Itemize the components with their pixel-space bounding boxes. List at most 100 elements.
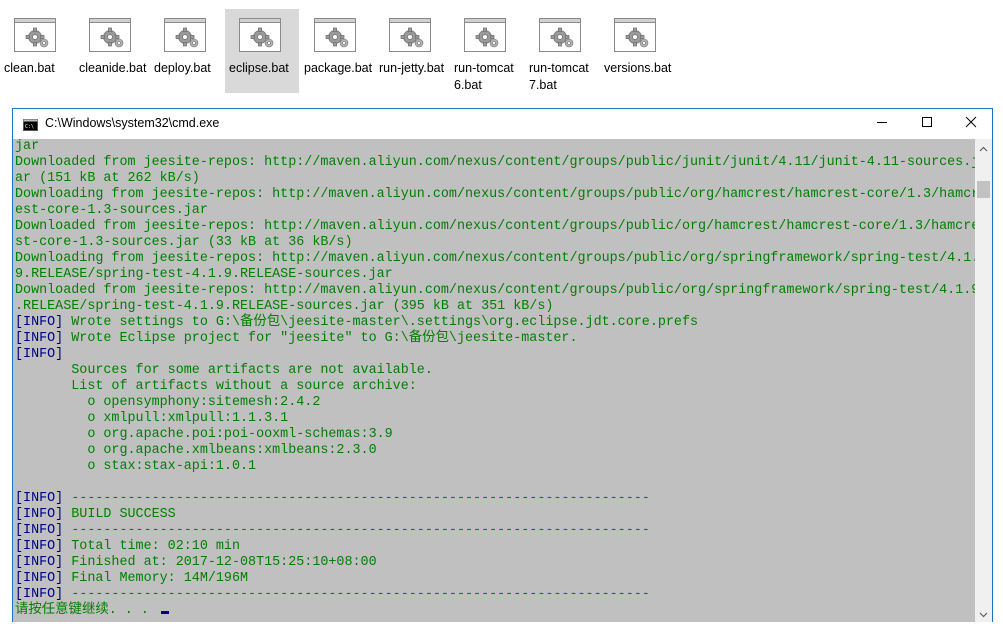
window-title: C:\Windows\system32\cmd.exe [45,116,220,130]
console-text: Total time: 02:10 min [63,539,241,554]
console-line: Sources for some artifacts are not avail… [15,363,975,379]
log-level-label: [INFO] [15,539,64,554]
file-item[interactable]: versions.bat [600,9,674,93]
console-text: o xmlpull:xmlpull:1.1.3.1 [15,411,289,426]
console-line: 9.RELEASE/spring-test-4.1.9.RELEASE-sour… [15,267,975,283]
file-name: clean.bat [4,61,55,75]
text-cursor [160,611,169,614]
console-line: st-core-1.3-sources.jar (33 kB at 36 kB/… [15,235,975,251]
console-text: st-core-1.3-sources.jar (33 kB at 36 kB/… [15,235,353,250]
console-line: .RELEASE/spring-test-4.1.9.RELEASE-sourc… [15,299,975,315]
console-text: est-core-1.3-sources.jar [15,203,208,218]
file-name: package.bat [304,61,373,75]
close-button[interactable] [948,109,993,139]
batch-file-icon [164,18,206,52]
file-name: cleanide.bat [79,61,147,75]
file-name: deploy.bat [154,61,211,75]
console-text: ----------------------------------------… [63,523,650,538]
scroll-down-button[interactable] [975,605,992,622]
console-line: [INFO] Wrote settings to G:\备份包\jeesite-… [15,315,975,331]
console-text: o org.apache.xmlbeans:xmlbeans:2.3.0 [15,443,377,458]
console-text: ----------------------------------------… [63,491,650,506]
close-icon [965,115,977,133]
console-line: [INFO] Wrote Eclipse project for "jeesit… [15,331,975,347]
console-line: 请按任意键继续. . . [15,603,975,619]
console-text: BUILD SUCCESS [63,507,176,522]
scroll-up-button[interactable] [975,139,992,156]
batch-file-icon [614,18,656,52]
minimize-button[interactable] [859,109,904,139]
console-line: Downloaded from jeesite-repos: http://ma… [15,283,975,299]
console-line: ar (151 kB at 262 kB/s) [15,171,975,187]
console-line: [INFO] [15,347,975,363]
file-item[interactable]: deploy.bat [150,9,224,93]
file-item[interactable]: run-jetty.bat [375,9,449,93]
cmd-window: C:\ C:\Windows\system32\cmd.exe jar Downl… [12,108,993,622]
console-line: Downloading from jeesite-repos: http://m… [15,187,975,203]
console-line: List of artifacts without a source archi… [15,379,975,395]
console-line: o stax:stax-api:1.0.1 [15,459,975,475]
file-item[interactable]: package.bat [300,9,374,93]
console-line: est-core-1.3-sources.jar [15,203,975,219]
console-line: [INFO] ---------------------------------… [15,523,975,539]
console-text: 9.RELEASE/spring-test-4.1.9.RELEASE-sour… [15,267,393,282]
batch-file-icon [239,18,281,52]
file-item[interactable]: clean.bat [0,9,74,93]
file-item[interactable]: run-tomcat6.bat [450,9,524,93]
file-name: run-tomcat7.bat [529,61,589,92]
console-text: Sources for some artifacts are not avail… [15,363,433,378]
console-line: Downloaded from jeesite-repos: http://ma… [15,219,975,235]
cmd-icon: C:\ [23,118,38,131]
console-text: o opensymphony:sitemesh:2.4.2 [15,395,321,410]
console-text: jar [15,139,40,154]
console-line: [INFO] ---------------------------------… [15,587,975,603]
console-line: [INFO] Final Memory: 14M/196M [15,571,975,587]
maximize-icon [921,115,933,133]
file-icon-strip: clean.bat cleanide.bat deploy.bat eclipse.b… [0,0,1003,100]
console-text: Final Memory: 14M/196M [63,571,249,586]
minimize-icon [876,115,888,133]
console-line: o xmlpull:xmlpull:1.1.3.1 [15,411,975,427]
log-level-label: [INFO] [15,491,64,506]
log-level-label: [INFO] [15,555,64,570]
console-line: o org.apache.xmlbeans:xmlbeans:2.3.0 [15,443,975,459]
console-line: [INFO] BUILD SUCCESS [15,507,975,523]
file-item[interactable]: run-tomcat7.bat [525,9,599,93]
console-line: o opensymphony:sitemesh:2.4.2 [15,395,975,411]
console-text: o stax:stax-api:1.0.1 [15,459,257,474]
file-name: versions.bat [604,61,672,75]
console-text: Downloading from jeesite-repos: http://m… [15,251,975,266]
console-text: ----------------------------------------… [63,587,650,602]
log-level-label: [INFO] [15,571,64,586]
console-text: Downloaded from jeesite-repos: http://ma… [15,155,975,170]
scroll-up-icon [979,139,988,157]
file-name: eclipse.bat [229,61,289,75]
file-item[interactable]: cleanide.bat [75,9,149,93]
file-name: run-jetty.bat [379,61,445,75]
log-level-label: [INFO] [15,507,64,522]
console-text: Wrote settings to G:\备份包\jeesite-master\… [63,315,699,330]
console-line: o org.apache.poi:poi-ooxml-schemas:3.9 [15,427,975,443]
console-line: [INFO] Finished at: 2017-12-08T15:25:10+… [15,555,975,571]
file-item[interactable]: eclipse.bat [225,9,299,93]
vertical-scrollbar[interactable] [975,139,992,622]
console-text: Downloading from jeesite-repos: http://m… [15,187,975,202]
console-text: 请按任意键继续. . . [15,603,157,618]
scroll-thumb[interactable] [977,181,990,198]
console-text: List of artifacts without a source archi… [15,379,417,394]
log-level-label: [INFO] [15,315,64,330]
batch-file-icon [464,18,506,52]
maximize-button[interactable] [904,109,949,139]
log-level-label: [INFO] [15,331,64,346]
console-text: ar (151 kB at 262 kB/s) [15,171,200,186]
batch-file-icon [14,18,56,52]
console-line: [INFO] ---------------------------------… [15,491,975,507]
batch-file-icon [539,18,581,52]
log-level-label: [INFO] [15,347,64,362]
batch-file-icon [314,18,356,52]
console-text: Downloaded from jeesite-repos: http://ma… [15,283,975,298]
console-output[interactable]: jar Downloaded from jeesite-repos: http:/… [13,139,975,622]
title-bar[interactable]: C:\ C:\Windows\system32\cmd.exe [13,109,992,139]
log-level-label: [INFO] [15,587,64,602]
